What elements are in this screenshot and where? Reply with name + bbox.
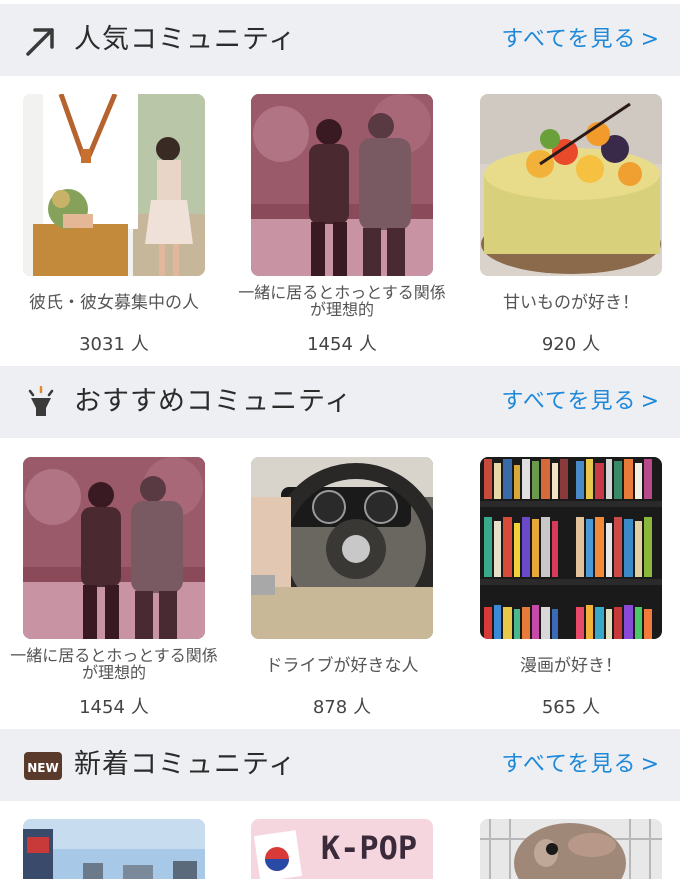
community-thumbnail[interactable] (251, 94, 433, 276)
member-count: 878 人 (251, 693, 433, 719)
section-title: 人気コミュニティ (74, 24, 297, 55)
community-thumbnail[interactable] (480, 819, 662, 879)
member-count-value: 1454 (307, 334, 353, 355)
community-thumbnail[interactable] (480, 94, 662, 276)
member-count: 920 人 (480, 330, 662, 356)
community-card[interactable] (23, 819, 205, 879)
community-thumbnail[interactable] (251, 457, 433, 639)
community-card[interactable]: K-POP (251, 819, 433, 879)
trending-arrow-icon (24, 24, 58, 58)
section-title: 新着コミュニティ (74, 749, 297, 780)
member-count: 1454 人 (251, 330, 433, 356)
member-count-unit: 人 (358, 334, 377, 355)
community-card[interactable]: 一緒に居るとホっとする関係が理想的 1454 人 (238, 94, 446, 355)
community-card[interactable]: 彼氏・彼女募集中の人 3031 人 (23, 94, 205, 355)
new-badge-icon: NEW (24, 750, 62, 784)
member-count-value: 878 (312, 697, 348, 718)
community-thumbnail[interactable]: K-POP (251, 819, 433, 879)
member-count-unit: 人 (353, 697, 372, 718)
member-count-unit: 人 (582, 334, 601, 355)
member-count-unit: 人 (130, 334, 149, 355)
community-thumbnail[interactable] (23, 94, 205, 276)
community-card[interactable] (480, 819, 662, 879)
section-header-new: NEW 新着コミュニティ すべてを見る > (0, 729, 680, 801)
chevron-right-icon: > (640, 389, 660, 414)
member-count-value: 3031 (79, 334, 125, 355)
community-title[interactable]: 漫画が好き！ (466, 657, 676, 675)
community-card[interactable]: 甘いものが好き！ 920 人 (480, 94, 662, 355)
community-title[interactable]: 一緒に居るとホっとする関係が理想的 (237, 284, 447, 318)
see-all-label: すべてを見る (501, 27, 637, 52)
see-all-label: すべてを見る (501, 389, 637, 414)
member-count-value: 1454 (79, 697, 125, 718)
see-all-label: すべてを見る (501, 752, 637, 777)
community-title[interactable]: 一緒に居るとホっとする関係が理想的 (9, 647, 219, 681)
community-card[interactable]: 漫画が好き！ 565 人 (480, 457, 662, 718)
new-badge-text: NEW (27, 761, 58, 775)
community-thumbnail[interactable] (480, 457, 662, 639)
section-header-recommended: おすすめコミュニティ すべてを見る > (0, 366, 680, 438)
community-title[interactable]: ドライブが好きな人 (237, 657, 447, 675)
member-count: 565 人 (480, 693, 662, 719)
chevron-right-icon: > (640, 752, 660, 777)
community-thumbnail[interactable] (23, 457, 205, 639)
section-title: おすすめコミュニティ (74, 386, 353, 417)
thumbnail-text: K-POP (321, 829, 417, 867)
member-count-unit: 人 (130, 697, 149, 718)
community-thumbnail[interactable] (23, 819, 205, 879)
see-all-link[interactable]: すべてを見る > (501, 4, 660, 76)
lightbulb-icon (24, 385, 58, 420)
member-count-unit: 人 (582, 697, 601, 718)
community-title[interactable]: 甘いものが好き！ (466, 294, 676, 312)
section-header-popular: 人気コミュニティ すべてを見る > (0, 4, 680, 76)
community-card[interactable]: ドライブが好きな人 878 人 (251, 457, 433, 718)
member-count: 3031 人 (23, 330, 205, 356)
member-count-value: 565 (541, 697, 577, 718)
chevron-right-icon: > (640, 27, 660, 52)
see-all-link[interactable]: すべてを見る > (501, 729, 660, 801)
member-count-value: 920 (541, 334, 577, 355)
community-card[interactable]: 一緒に居るとホっとする関係が理想的 1454 人 (10, 457, 218, 718)
community-title[interactable]: 彼氏・彼女募集中の人 (9, 294, 219, 312)
member-count: 1454 人 (23, 693, 205, 719)
see-all-link[interactable]: すべてを見る > (501, 366, 660, 438)
